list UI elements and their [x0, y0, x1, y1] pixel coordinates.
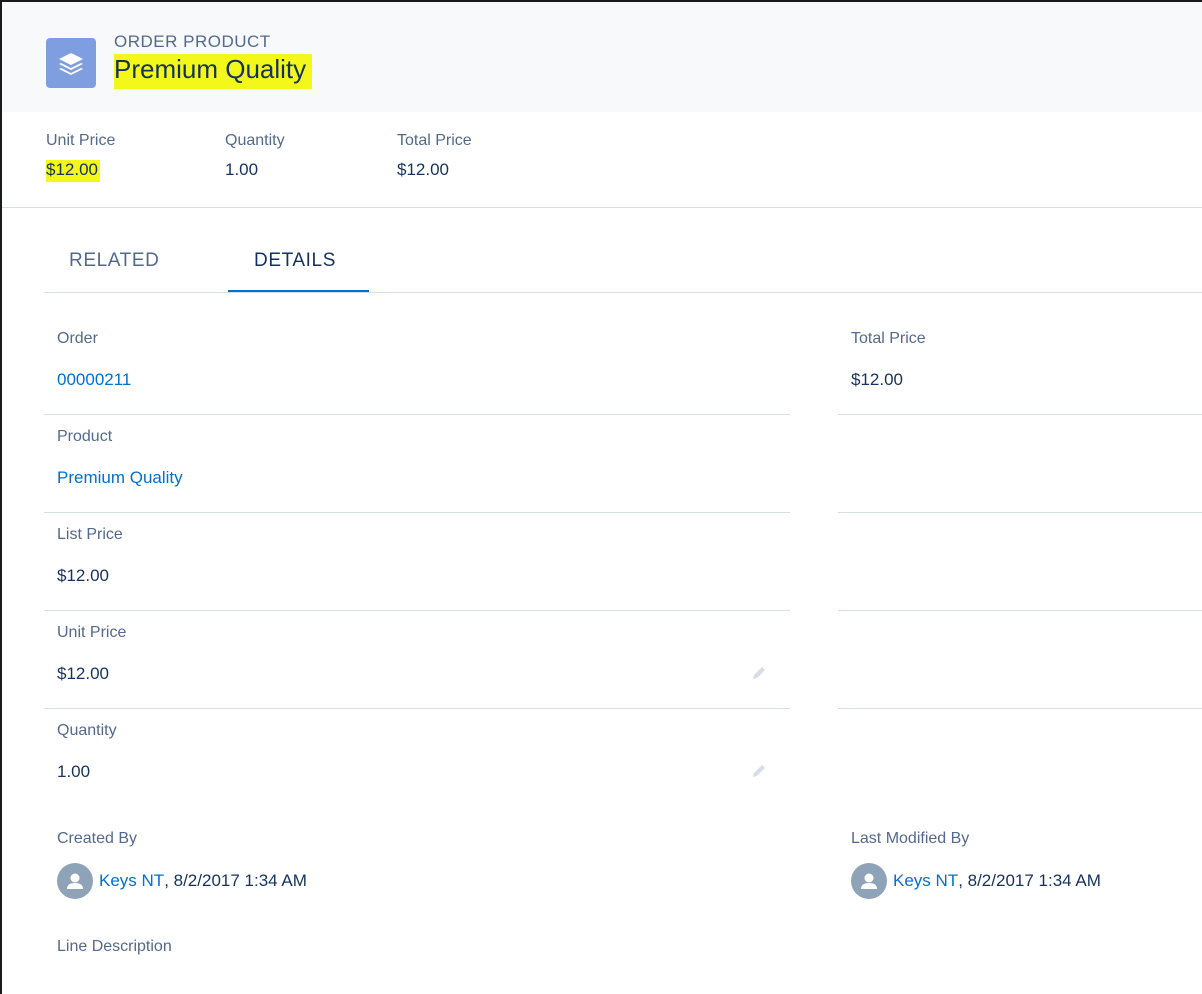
highlight-total-price: Total Price $12.00 [397, 132, 472, 180]
unit-price-value: $12.00 [57, 664, 109, 683]
quantity-value: 1.00 [57, 762, 91, 781]
edit-unit-price-pencil-icon[interactable] [750, 664, 768, 682]
record-header: ORDER PRODUCT Premium Quality [2, 2, 1202, 112]
row-divider [44, 512, 790, 513]
total-price-label: Total Price [851, 330, 926, 347]
created-by-date: , 8/2/2017 1:34 AM [164, 871, 307, 890]
highlight-label: Quantity [225, 132, 285, 149]
last-modified-by-value: Keys NT, 8/2/2017 1:34 AM [851, 863, 1101, 899]
created-by-value: Keys NT, 8/2/2017 1:34 AM [57, 863, 307, 899]
object-type-label: ORDER PRODUCT [114, 32, 271, 51]
row-divider [838, 512, 1202, 513]
highlight-value: $12.00 [46, 160, 100, 182]
edit-quantity-pencil-icon[interactable] [750, 762, 768, 780]
highlight-label: Unit Price [46, 132, 116, 149]
created-by-label: Created By [57, 830, 138, 847]
highlight-unit-price: Unit Price $12.00 [46, 132, 115, 182]
line-description-label: Line Description [57, 938, 172, 955]
highlight-value: 1.00 [225, 160, 259, 179]
tab-details[interactable]: DETAILS [254, 250, 336, 272]
last-modified-by-label: Last Modified By [851, 830, 970, 847]
tabs-divider [44, 292, 1202, 293]
user-avatar-icon [851, 863, 887, 899]
row-divider [44, 610, 790, 611]
window-frame [0, 0, 1202, 994]
list-price-label: List Price [57, 526, 123, 543]
row-divider [838, 708, 1202, 709]
row-divider [44, 708, 790, 709]
row-divider [838, 414, 1202, 415]
total-price-value: $12.00 [851, 370, 903, 389]
layers-icon [46, 38, 96, 88]
list-price-value: $12.00 [57, 566, 109, 585]
row-divider [838, 610, 1202, 611]
user-avatar-icon [57, 863, 93, 899]
record-title: Premium Quality [114, 54, 313, 89]
last-modified-by-user-link[interactable]: Keys NT [893, 871, 958, 891]
unit-price-label: Unit Price [57, 624, 127, 641]
product-label: Product [57, 428, 113, 445]
highlight-quantity: Quantity 1.00 [225, 132, 285, 180]
order-link[interactable]: 00000211 [57, 370, 131, 390]
header-divider [2, 207, 1202, 208]
product-link[interactable]: Premium Quality [57, 468, 183, 488]
tab-related[interactable]: RELATED [69, 250, 159, 272]
row-divider [44, 414, 790, 415]
quantity-label: Quantity [57, 722, 117, 739]
created-by-user-link[interactable]: Keys NT [99, 871, 164, 891]
order-label: Order [57, 330, 98, 347]
highlight-value: $12.00 [397, 160, 449, 179]
highlight-label: Total Price [397, 132, 472, 149]
last-modified-by-date: , 8/2/2017 1:34 AM [958, 871, 1101, 890]
